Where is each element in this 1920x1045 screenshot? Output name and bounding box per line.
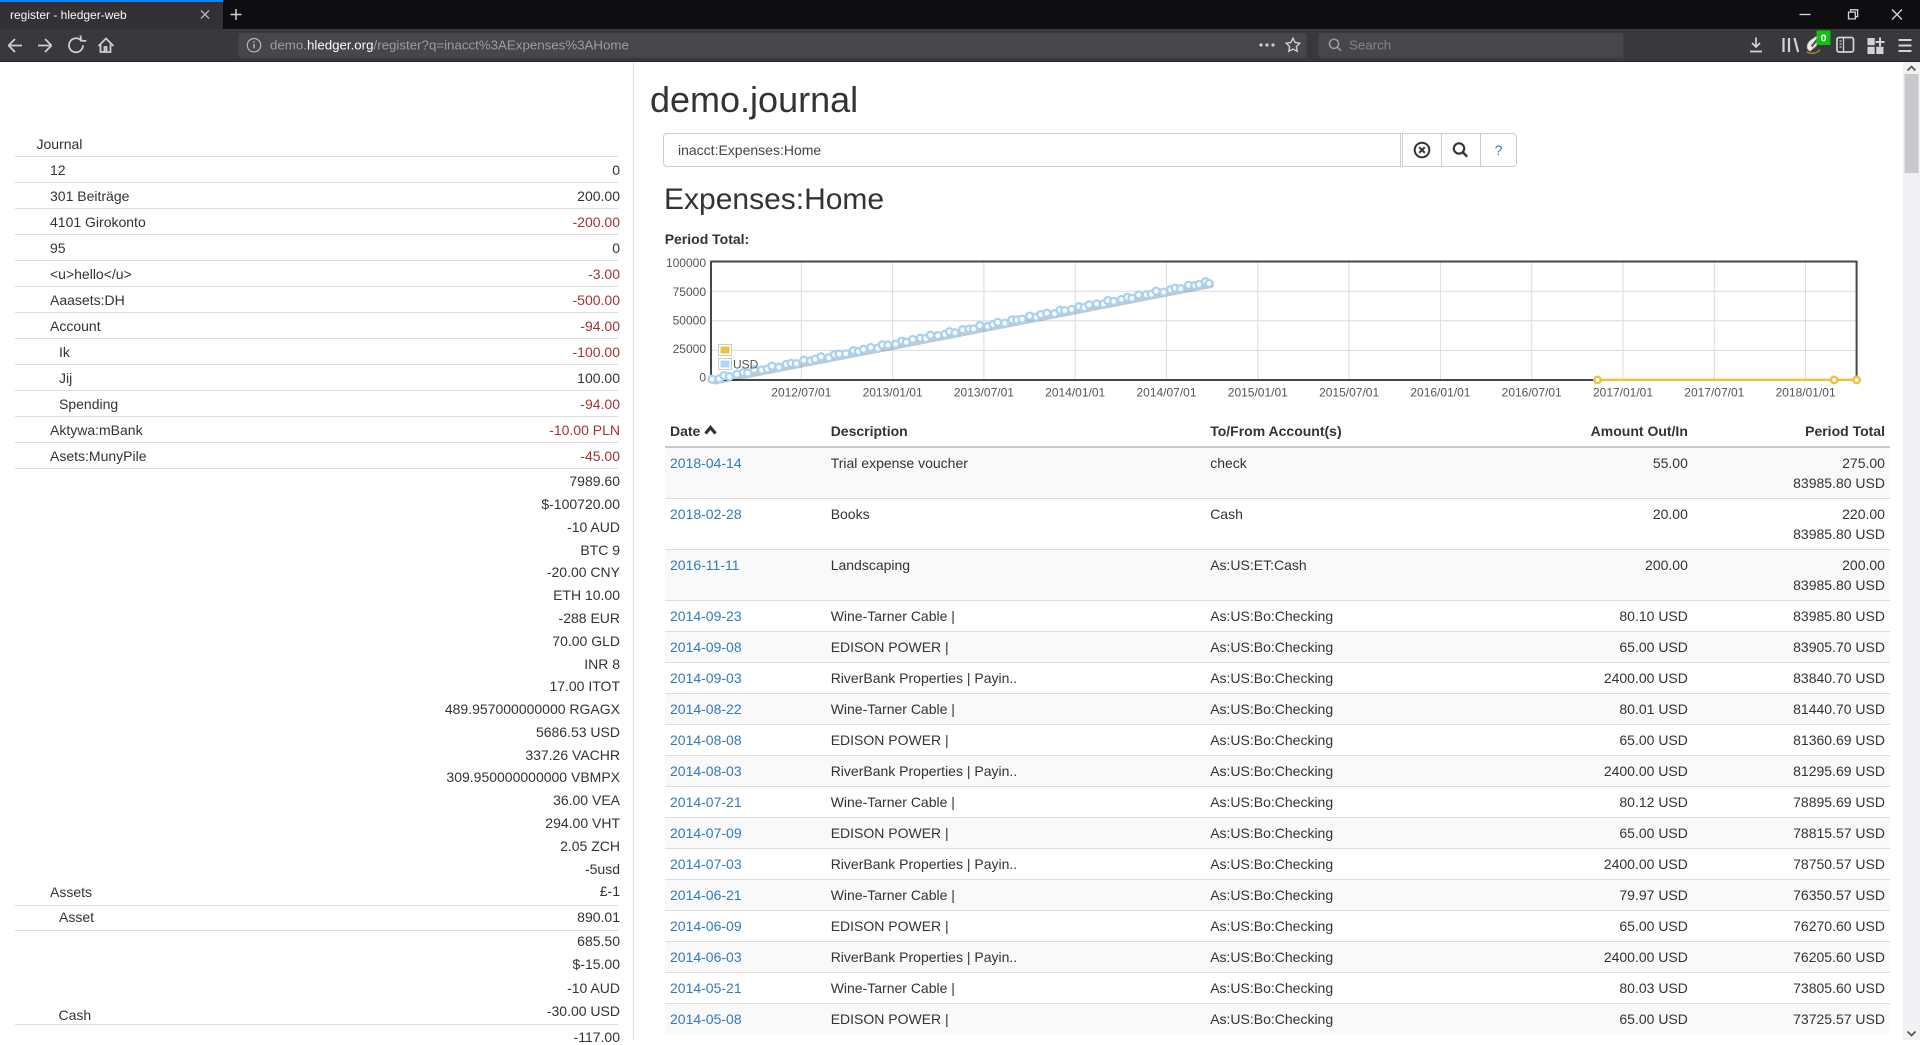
- svg-text:75000: 75000: [673, 285, 707, 299]
- svg-text:2013/01/01: 2013/01/01: [863, 385, 923, 399]
- svg-text:2016/01/01: 2016/01/01: [1410, 385, 1470, 399]
- svg-text:2017/01/01: 2017/01/01: [1593, 385, 1653, 399]
- svg-text:Search: Search: [1349, 38, 1391, 53]
- svg-text:2015/01/01: 2015/01/01: [1228, 385, 1288, 399]
- svg-text:2015/07/01: 2015/07/01: [1319, 385, 1379, 399]
- svg-text:USD: USD: [733, 358, 759, 372]
- svg-text:2014/07/01: 2014/07/01: [1136, 385, 1196, 399]
- svg-text:2018/01/01: 2018/01/01: [1776, 385, 1836, 399]
- svg-text:2016/07/01: 2016/07/01: [1502, 385, 1562, 399]
- svg-text:50000: 50000: [673, 313, 707, 327]
- svg-text:0: 0: [1821, 33, 1827, 45]
- svg-text:100000: 100000: [666, 256, 706, 270]
- svg-text:demo.hledger.org/register?q=in: demo.hledger.org/register?q=inacct%3AExp…: [270, 38, 629, 53]
- svg-text:2013/07/01: 2013/07/01: [954, 385, 1014, 399]
- svg-text:2017/07/01: 2017/07/01: [1684, 385, 1744, 399]
- svg-text:2014/01/01: 2014/01/01: [1045, 385, 1105, 399]
- svg-text:2012/07/01: 2012/07/01: [771, 385, 831, 399]
- svg-text:register - hledger-web: register - hledger-web: [10, 8, 127, 22]
- svg-text:25000: 25000: [673, 342, 707, 356]
- svg-text:?: ?: [1495, 142, 1503, 158]
- svg-text:0: 0: [699, 371, 706, 385]
